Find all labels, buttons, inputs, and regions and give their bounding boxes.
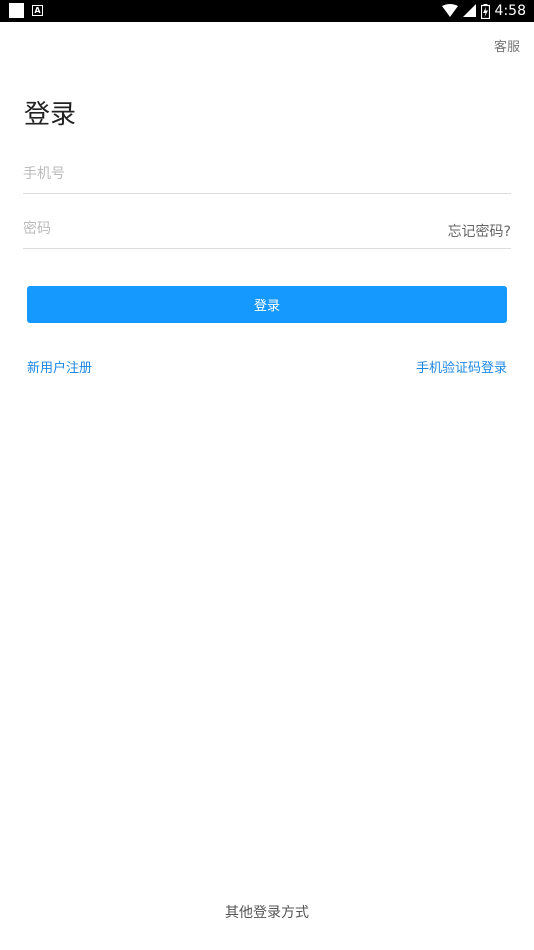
register-link[interactable]: 新用户注册 <box>27 357 92 376</box>
login-screen: A 4:58 客服 登录 忘记密码? 登录 新用户注册 手机验证码登录 其 <box>0 0 534 950</box>
battery-charging-icon <box>480 3 490 19</box>
phone-input[interactable] <box>23 160 511 188</box>
other-login-methods-link[interactable]: 其他登录方式 <box>0 902 534 922</box>
wifi-icon <box>441 4 458 17</box>
customer-service-link[interactable]: 客服 <box>494 36 520 55</box>
status-bar-notifications: A <box>9 3 43 18</box>
status-bar: A 4:58 <box>0 0 534 22</box>
status-bar-system: 4:58 <box>441 2 526 20</box>
notification-app-icon: A <box>32 5 43 16</box>
sms-login-link[interactable]: 手机验证码登录 <box>416 357 507 376</box>
password-field: 忘记密码? <box>23 215 511 249</box>
page-title: 登录 <box>24 100 77 130</box>
forgot-password-link[interactable]: 忘记密码? <box>448 221 511 241</box>
phone-field <box>23 160 511 194</box>
notification-app-letter: A <box>34 5 41 15</box>
status-time: 4:58 <box>494 3 526 19</box>
signal-icon <box>462 4 476 17</box>
notification-square-icon <box>9 3 24 18</box>
password-input[interactable] <box>23 215 511 243</box>
login-button[interactable]: 登录 <box>27 286 507 323</box>
